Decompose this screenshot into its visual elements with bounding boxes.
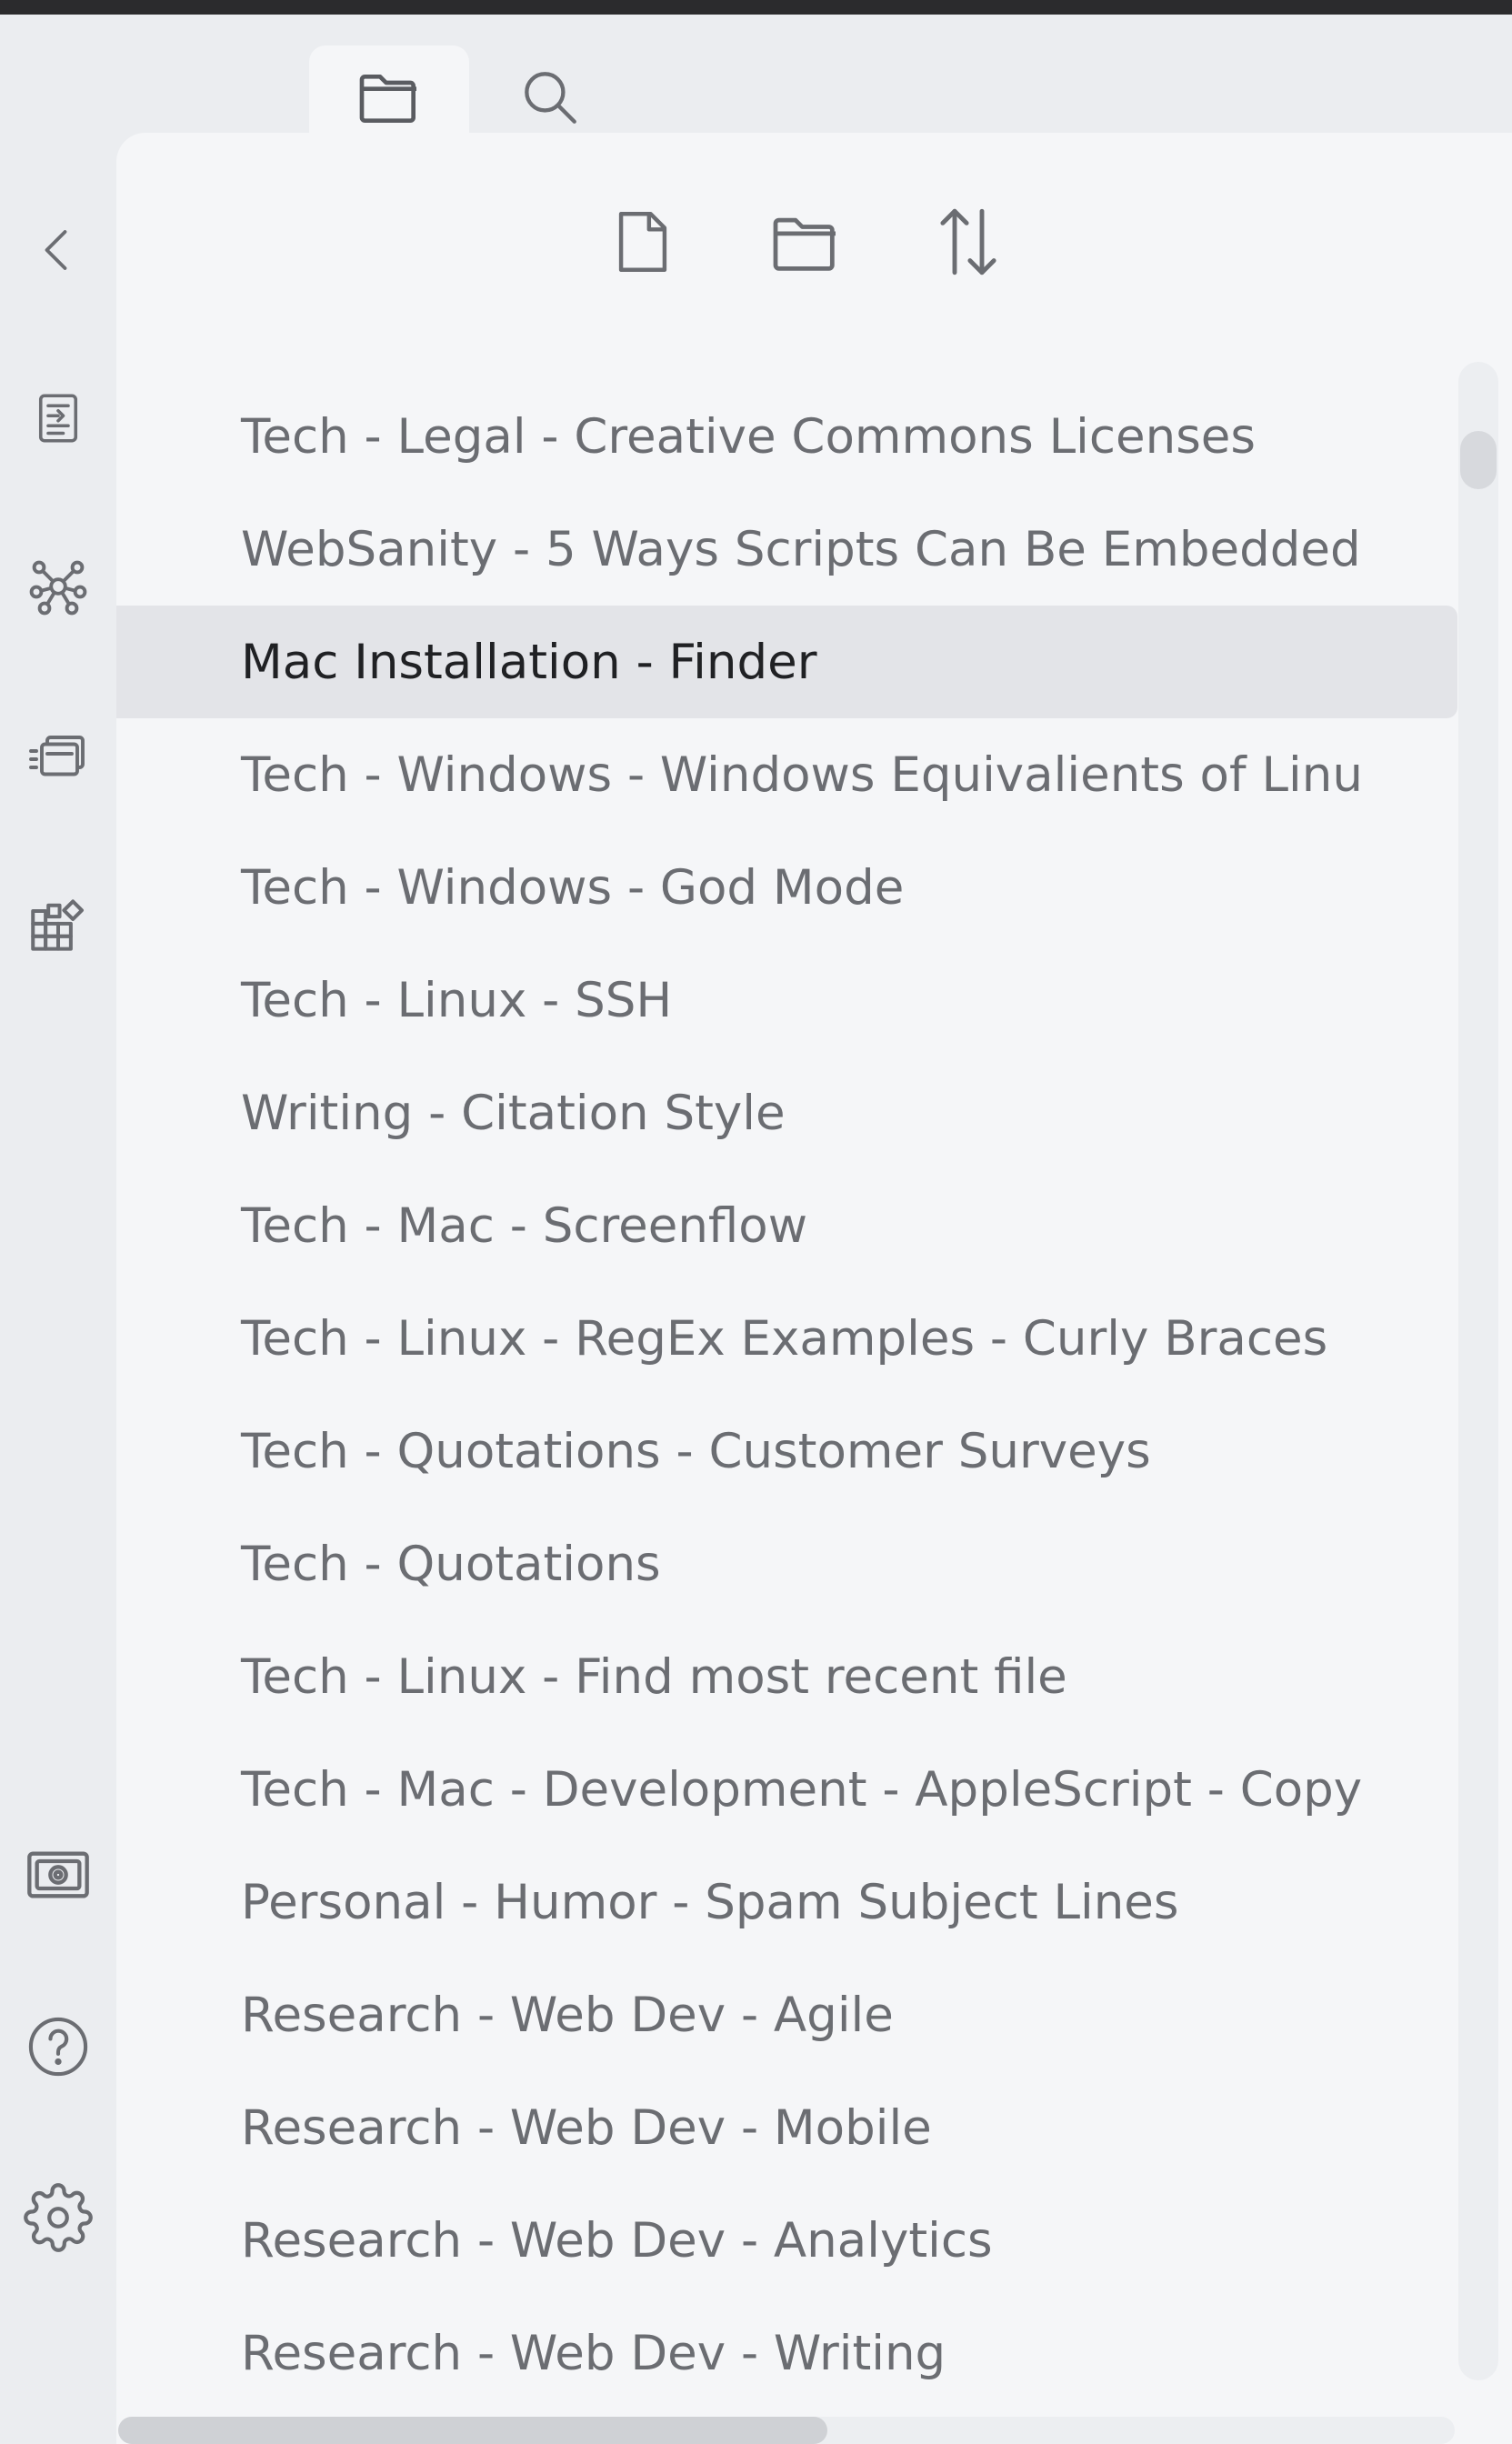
sort-icon xyxy=(940,208,996,275)
new-note-button[interactable] xyxy=(588,187,697,296)
file-item[interactable]: Research - Web Dev - Agile xyxy=(116,1958,1457,2071)
file-item[interactable]: Tech - Quotations xyxy=(116,1507,1457,1620)
file-item[interactable]: Tech - Linux - SSH xyxy=(116,944,1457,1057)
left-ribbon xyxy=(0,15,116,2444)
file-item[interactable]: Tech - Windows - Windows Equivalients of… xyxy=(116,718,1457,831)
file-item[interactable]: Tech - Windows - God Mode xyxy=(116,831,1457,944)
new-folder-button[interactable] xyxy=(751,187,860,296)
file-item[interactable]: Personal - Humor - Spam Subject Lines xyxy=(116,1846,1457,1958)
file-item[interactable]: Tech - Legal - Creative Commons Licenses xyxy=(116,380,1457,493)
community-plugins-icon[interactable] xyxy=(13,884,104,975)
file-explorer-panel: Tech - Legal - Creative Commons Licenses… xyxy=(116,133,1512,2444)
vault-icon[interactable] xyxy=(13,1829,104,1920)
file-list: Tech - Legal - Creative Commons Licenses… xyxy=(116,380,1457,2409)
new-folder-icon xyxy=(773,217,836,271)
file-item[interactable]: Research - Web Dev - Mobile xyxy=(116,2071,1457,2184)
file-explorer-toolbar xyxy=(116,187,1512,296)
file-item[interactable]: WebSanity - 5 Ways Scripts Can Be Embedd… xyxy=(116,493,1457,606)
file-item[interactable]: Research - Web Dev - Writing xyxy=(116,2297,1457,2409)
file-item[interactable]: Tech - Linux - RegEx Examples - Curly Br… xyxy=(116,1282,1457,1395)
graph-view-icon[interactable] xyxy=(13,541,104,632)
file-item[interactable]: Tech - Mac - Development - AppleScript -… xyxy=(116,1733,1457,1846)
sort-button[interactable] xyxy=(914,187,1023,296)
document-switch-icon[interactable] xyxy=(13,373,104,464)
new-note-icon xyxy=(618,212,667,272)
chevron-left-icon[interactable] xyxy=(13,205,104,295)
sidebar-tab-strip xyxy=(116,15,1512,147)
folder-tab-icon xyxy=(359,75,416,124)
slides-icon[interactable] xyxy=(13,711,104,802)
vertical-scrollbar-thumb[interactable] xyxy=(1460,431,1497,489)
file-item[interactable]: Tech - Linux - Find most recent file xyxy=(116,1620,1457,1733)
window-title-bar xyxy=(0,0,1512,15)
settings-icon[interactable] xyxy=(13,2172,104,2263)
help-icon[interactable] xyxy=(13,2001,104,2092)
horizontal-scrollbar-thumb[interactable] xyxy=(118,2417,827,2444)
file-item[interactable]: Research - Web Dev - Analytics xyxy=(116,2184,1457,2297)
vertical-scrollbar[interactable] xyxy=(1458,362,1498,2380)
search-icon xyxy=(525,72,576,124)
file-item[interactable]: Tech - Quotations - Customer Surveys xyxy=(116,1395,1457,1507)
file-item[interactable]: Tech - Mac - Screenflow xyxy=(116,1169,1457,1282)
file-item[interactable]: Mac Installation - Finder xyxy=(116,606,1457,718)
file-item[interactable]: Writing - Citation Style xyxy=(116,1057,1457,1169)
